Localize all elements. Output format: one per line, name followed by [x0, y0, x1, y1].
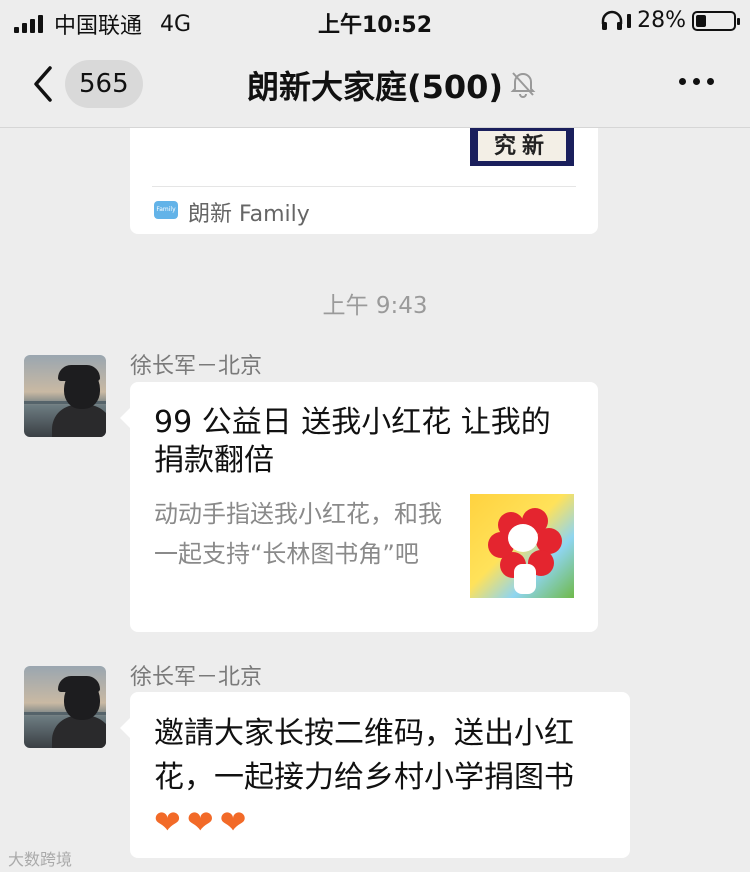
battery-percent: 28%: [637, 8, 686, 33]
chat-title: 朗新大家庭(500): [246, 68, 504, 106]
heart-emoji-icon: ❤: [186, 803, 214, 841]
message-timestamp: 上午 9:43: [322, 293, 428, 319]
headphones-icon: [601, 10, 623, 30]
text-message-bubble[interactable]: 邀請大家长按二维码，送出小红花，一起接力给乡村小学捐图书 ❤ ❤ ❤: [120, 692, 630, 858]
avatar[interactable]: [24, 355, 106, 437]
more-dots-icon[interactable]: [672, 78, 714, 85]
card-divider: [152, 186, 576, 187]
mini-program-icon: Family: [154, 201, 178, 219]
share-card-thumbnail: [470, 494, 574, 598]
card-source-label: 朗新 Family: [188, 202, 310, 227]
status-bar: 中国联通 4G 上午10:52 28%: [0, 0, 750, 42]
watermark: 大数跨境: [8, 850, 73, 869]
chat-header: 565 朗新大家庭(500): [0, 42, 750, 128]
status-right: 28%: [600, 8, 740, 33]
card-thumbnail-text: 究新: [478, 131, 566, 161]
sender-name: 徐长军－北京: [130, 354, 263, 379]
heart-emoji-icon: ❤: [219, 803, 247, 841]
mute-bell-icon: [510, 72, 536, 98]
share-card-title: 99 公益日 送我小红花 让我的捐款翻倍: [154, 405, 551, 478]
share-card-description: 动动手指送我小红花，和我一起支持“长林图书角”吧: [154, 500, 442, 568]
sender-name: 徐长军－北京: [130, 665, 263, 690]
message-body: 邀請大家长按二维码，送出小红花，一起接力给乡村小学捐图书: [154, 716, 574, 795]
orientation-lock-icon: [627, 13, 632, 28]
battery-icon: [692, 10, 740, 31]
avatar[interactable]: [24, 666, 106, 748]
share-card-bubble[interactable]: 99 公益日 送我小红花 让我的捐款翻倍 动动手指送我小红花，和我一起支持“长林…: [120, 382, 598, 632]
shared-card-top[interactable]: 究新 Family 朗新 Family: [130, 128, 598, 234]
heart-emoji-icon: ❤: [154, 803, 181, 841]
card-thumbnail: 究新: [470, 128, 574, 166]
message-text: 邀請大家长按二维码，送出小红花，一起接力给乡村小学捐图书 ❤ ❤ ❤: [154, 712, 614, 846]
